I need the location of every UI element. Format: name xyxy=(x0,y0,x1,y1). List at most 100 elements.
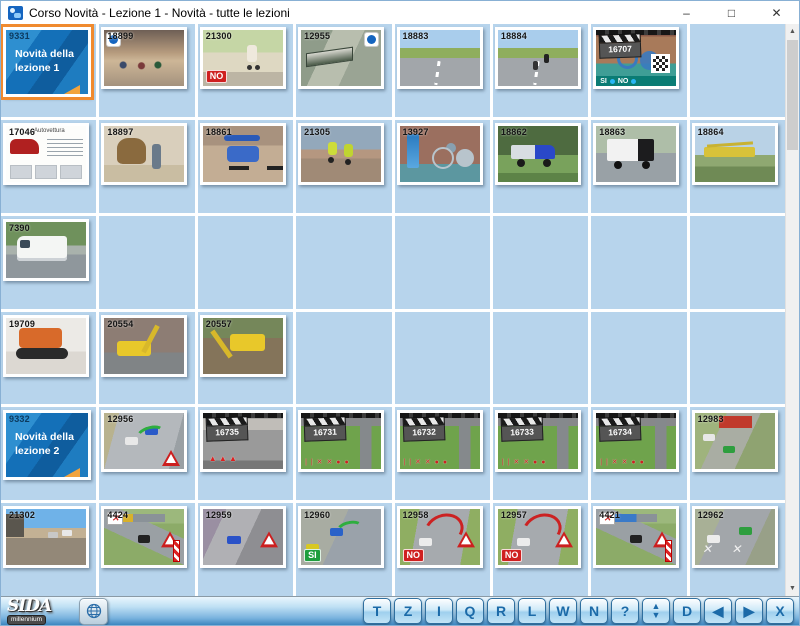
video-thumbnail-16732[interactable]: 16732 xyxy=(397,410,483,472)
toolbar-button-next[interactable]: ▶ xyxy=(735,598,763,624)
scroll-up-icon[interactable]: ▲ xyxy=(786,24,799,39)
toolbar-button-close[interactable]: X xyxy=(766,598,794,624)
toolbar-button-i[interactable]: I xyxy=(425,598,453,624)
close-button[interactable]: ✕ xyxy=(754,1,799,24)
grid-cell-r2c5: 13927 xyxy=(395,120,490,213)
photo-thumbnail-18862[interactable]: 18862 xyxy=(495,123,581,185)
photo-thumbnail-18863[interactable]: 18863 xyxy=(593,123,679,185)
scroll-down-icon[interactable]: ▼ xyxy=(786,581,799,596)
photo-thumbnail-21302[interactable]: 21302 xyxy=(3,506,89,568)
photo-thumbnail-12955[interactable]: 12955 xyxy=(298,27,384,89)
video-thumbnail-16735[interactable]: 16735 xyxy=(200,410,286,472)
item-id: 16732 xyxy=(402,426,444,442)
photo-thumbnail-18884[interactable]: 18884 xyxy=(495,27,581,89)
logo-text: SIDA xyxy=(7,598,65,614)
photo-thumbnail-12959[interactable]: 12959 xyxy=(200,506,286,568)
item-id: 12957 xyxy=(501,510,527,520)
minimize-button[interactable]: – xyxy=(664,1,709,24)
item-id: 19709 xyxy=(9,319,35,329)
grid-cell-r5c3: 16735 xyxy=(198,407,293,500)
photo-thumbnail-18897[interactable]: 18897 xyxy=(101,123,187,185)
photo-thumbnail-19709[interactable]: 19709 xyxy=(3,315,89,377)
grid-cell-r2c2: 18897 xyxy=(99,120,194,213)
photo-thumbnail-7390[interactable]: 7390 xyxy=(3,219,89,281)
toolbar-button-q[interactable]: Q xyxy=(456,598,484,624)
photo-thumbnail-12958[interactable]: 12958NO xyxy=(397,506,483,568)
video-thumbnail-16734[interactable]: 16734 xyxy=(593,410,679,472)
photo-thumbnail-12956[interactable]: 12956 xyxy=(101,410,187,472)
image-12960: 12960SI xyxy=(301,509,381,565)
photo-thumbnail-13927[interactable]: 13927 xyxy=(397,123,483,185)
photo-thumbnail-18899[interactable]: 18899 xyxy=(101,27,187,89)
grid-cell-r2c7: 18863 xyxy=(591,120,686,213)
photo-thumbnail-4421[interactable]: 4421 xyxy=(593,506,679,568)
slide-car-image xyxy=(10,139,39,154)
photo-thumbnail-18861[interactable]: 18861 xyxy=(200,123,286,185)
video-thumbnail-16733[interactable]: 16733 xyxy=(495,410,581,472)
item-id: 17046 xyxy=(9,127,35,137)
lesson-card-9332[interactable]: 9332Novità della lezione 2 xyxy=(3,410,91,480)
toolbar-button-previous[interactable]: ◀ xyxy=(704,598,732,624)
photo-thumbnail-20554[interactable]: 20554 xyxy=(101,315,187,377)
item-id: 16731 xyxy=(304,426,346,442)
toolbar-button-up-down[interactable]: ▲▼ xyxy=(642,598,670,624)
photo-thumbnail-12960[interactable]: 12960SI xyxy=(298,506,384,568)
toolbar-button-help[interactable]: ? xyxy=(611,598,639,624)
photo-thumbnail-12957[interactable]: 12957NO xyxy=(495,506,581,568)
image-4424: 4424 xyxy=(104,509,184,565)
image-21300: 21300NO xyxy=(203,30,283,86)
toolbar-button-l[interactable]: L xyxy=(518,598,546,624)
maximize-button[interactable]: □ xyxy=(709,1,754,24)
image-16734: 16734 xyxy=(596,413,676,469)
photo-thumbnail-18864[interactable]: 18864 xyxy=(692,123,778,185)
toolbar-button-z[interactable]: Z xyxy=(394,598,422,624)
video-thumbnail-16707[interactable]: 16707SINO xyxy=(593,27,679,89)
photo-thumbnail-21305[interactable]: 21305 xyxy=(298,123,384,185)
item-id: 12956 xyxy=(107,414,133,424)
grid-cell-r1c2: 18899 xyxy=(99,24,194,117)
photo-thumbnail-12983[interactable]: 12983 xyxy=(692,410,778,472)
window-title: Corso Novità - Lezione 1 - Novità - tutt… xyxy=(29,6,290,20)
grid-cell-r4c8 xyxy=(690,312,785,405)
image-7390: 7390 xyxy=(6,222,86,278)
warning-triangle-sign-icon xyxy=(260,532,278,548)
toolbar-button-d[interactable]: D xyxy=(673,598,701,624)
photo-thumbnail-12962[interactable]: 12962 xyxy=(692,506,778,568)
globe-button[interactable] xyxy=(79,598,108,625)
badge-no: NO xyxy=(403,549,425,562)
striped-pole-sign-icon xyxy=(173,540,180,562)
image-16733: 16733 xyxy=(498,413,578,469)
grid-cell-r5c6: 16733 xyxy=(493,407,588,500)
toolbar-button-w[interactable]: W xyxy=(549,598,577,624)
toolbar-button-r[interactable]: R xyxy=(487,598,515,624)
photo-thumbnail-20557[interactable]: 20557 xyxy=(200,315,286,377)
slide-thumbnail-17046[interactable]: 17046Autovettura xyxy=(3,123,89,185)
warning-triangle-sign-icon xyxy=(457,532,475,548)
scrollbar-thumb[interactable] xyxy=(787,40,798,150)
video-thumbnail-16731[interactable]: 16731 xyxy=(298,410,384,472)
video-footer-dot[interactable] xyxy=(631,79,636,84)
slide-photo-strip xyxy=(10,165,82,179)
grid-cell-r6c1: 21302 xyxy=(1,503,96,596)
image-12958: 12958NO xyxy=(400,509,480,565)
toolbar-button-n[interactable]: N xyxy=(580,598,608,624)
image-18884: 18884 xyxy=(498,30,578,86)
photo-thumbnail-18883[interactable]: 18883 xyxy=(397,27,483,89)
grid-cell-r1c1: 9331Novità della lezione 1 xyxy=(1,24,96,117)
toolbar-button-t[interactable]: T xyxy=(363,598,391,624)
video-footer-dot[interactable] xyxy=(610,79,615,84)
lesson-card-9331[interactable]: 9331Novità della lezione 1 xyxy=(3,27,91,97)
vertical-scrollbar[interactable]: ▲ ▼ xyxy=(785,24,799,596)
card-fold-decoration xyxy=(64,85,80,94)
photo-thumbnail-4424[interactable]: 4424 xyxy=(101,506,187,568)
item-id: 18862 xyxy=(501,127,527,137)
grid-cell-r3c6 xyxy=(493,216,588,309)
item-id: 21300 xyxy=(206,31,232,41)
card-fold-decoration xyxy=(64,468,80,477)
grid-cell-r6c4: 12960SI xyxy=(296,503,391,596)
sida-logo: SIDA millennium xyxy=(7,598,65,624)
photo-thumbnail-21300[interactable]: 21300NO xyxy=(200,27,286,89)
grid-cell-r1c3: 21300NO xyxy=(198,24,293,117)
warning-triangle-sign-icon xyxy=(162,450,180,466)
item-id: 18863 xyxy=(599,127,625,137)
